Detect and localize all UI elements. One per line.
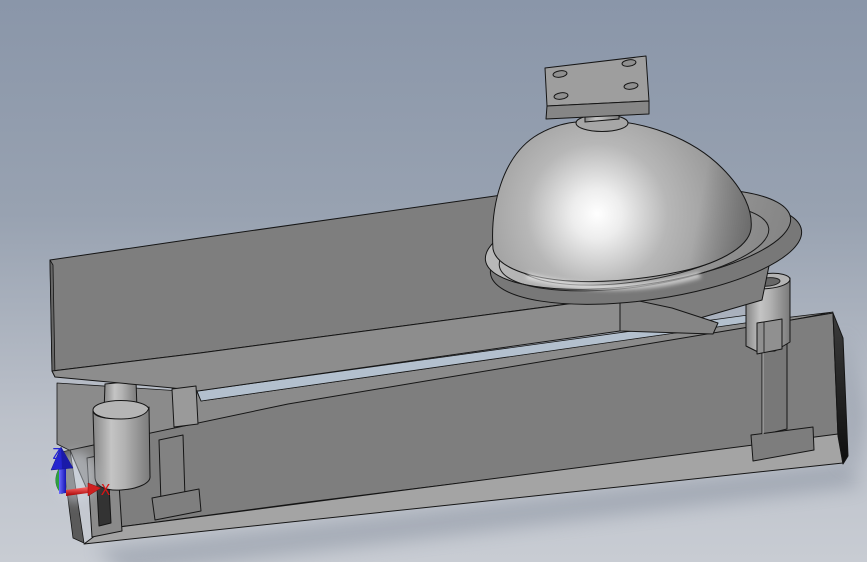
z-axis-shaft xyxy=(59,468,66,494)
model-canvas[interactable]: Z X xyxy=(0,0,867,562)
upper-plate-front-tab xyxy=(171,385,199,428)
x-axis-label: X xyxy=(101,481,110,499)
cad-viewport[interactable]: Z X xyxy=(0,0,867,562)
z-axis-label: Z xyxy=(52,445,61,463)
bracket-stem xyxy=(761,339,788,436)
bushing-body xyxy=(92,406,151,491)
post-notch xyxy=(756,318,783,355)
